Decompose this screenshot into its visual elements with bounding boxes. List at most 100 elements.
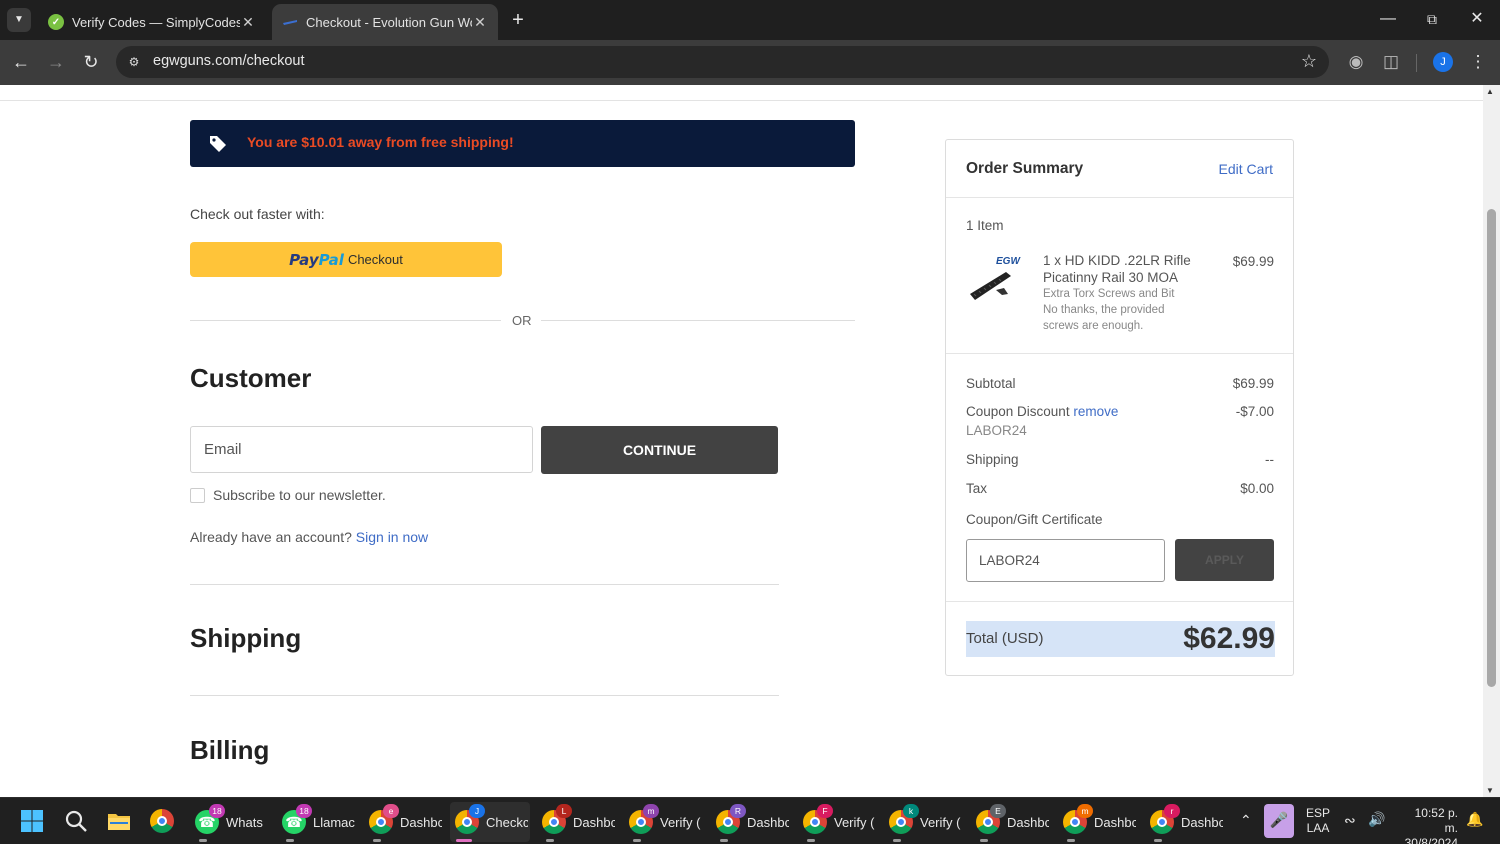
volume-icon[interactable]: 🔊	[1368, 811, 1385, 828]
item-count: 1 Item	[966, 218, 1004, 233]
tab-checkout[interactable]: Checkout - Evolution Gun Works ✕	[272, 4, 498, 40]
app-badge: m	[1077, 804, 1093, 818]
tray-chevron-icon[interactable]: ⌃	[1240, 812, 1252, 829]
chrome-pinned-icon[interactable]	[150, 809, 174, 833]
taskbar-app-button[interactable]: J Checkc	[450, 802, 530, 842]
sign-in-link[interactable]: Sign in now	[356, 529, 428, 545]
chrome-icon: E	[976, 804, 1006, 834]
taskbar-app-button[interactable]: ☎ 18 Whats	[190, 802, 270, 842]
newsletter-option[interactable]: Subscribe to our newsletter.	[190, 487, 386, 503]
taskbar-app-button[interactable]: r Dashbc	[1145, 802, 1225, 842]
chrome-icon: L	[542, 804, 572, 834]
total-label: Total (USD)	[966, 630, 1044, 647]
windows-taskbar: ☎ 18 Whats ☎ 18 Llamac e Dashbc J Checkc L Dashbc m V…	[0, 797, 1500, 844]
search-icon[interactable]	[64, 809, 88, 833]
bookmark-star-icon[interactable]: ☆	[1301, 51, 1317, 72]
already-account-label: Already have an account?	[190, 529, 352, 545]
product-option: No thanks, the provided screws are enoug…	[1043, 304, 1165, 332]
section-divider	[190, 695, 779, 696]
email-field[interactable]	[190, 426, 533, 473]
browser-tab-bar: ▼ ✓ Verify Codes — SimplyCodes ✕ Checkou…	[0, 0, 1500, 40]
tab-search-icon[interactable]: ▼	[7, 8, 31, 32]
shipping-label: Shipping	[966, 452, 1019, 467]
browser-toolbar: ← → ↻ ⚙ egwguns.com/checkout ☆ ◉ ◫ J ⋮	[0, 40, 1500, 85]
app-badge: r	[1164, 804, 1180, 818]
tax-label: Tax	[966, 481, 988, 496]
scroll-up-icon[interactable]: ▲	[1486, 87, 1494, 96]
windows-start-icon[interactable]	[20, 809, 44, 833]
header-divider	[0, 100, 1483, 101]
remove-coupon-link[interactable]: remove	[1073, 404, 1118, 419]
puzzle-extensions-icon[interactable]: ◫	[1380, 51, 1402, 73]
taskbar-app-button[interactable]: m Verify (	[624, 802, 704, 842]
taskbar-app-label: Llamac	[313, 814, 355, 830]
taskbar-app-label: Dashbc	[1094, 814, 1136, 830]
subtotal-label: Subtotal	[966, 376, 1016, 391]
taskbar-app-button[interactable]: E Dashbc	[971, 802, 1051, 842]
tab-close-icon[interactable]: ✕	[240, 14, 256, 31]
taskbar-app-button[interactable]: L Dashbc	[537, 802, 617, 842]
free-shipping-banner: You are $10.01 away from free shipping!	[190, 120, 855, 167]
apply-coupon-button[interactable]: APPLY	[1175, 539, 1274, 581]
clock-date: 30/8/2024	[1404, 836, 1458, 844]
paypal-checkout-button[interactable]: PayPal Checkout	[190, 242, 502, 277]
back-icon[interactable]: ←	[10, 51, 32, 73]
app-badge: F	[817, 804, 833, 818]
coupon-code-input[interactable]	[966, 539, 1165, 582]
reload-icon[interactable]: ↻	[80, 51, 102, 73]
taskbar-app-label: Dashbc	[1007, 814, 1049, 830]
microphone-icon[interactable]: 🎤	[1264, 804, 1294, 838]
window-close-icon[interactable]: ✕	[1455, 0, 1499, 40]
chrome-icon: k	[889, 804, 919, 834]
taskbar-app-button[interactable]: e Dashbc	[364, 802, 444, 842]
edit-cart-link[interactable]: Edit Cart	[1219, 161, 1273, 177]
forward-icon[interactable]: →	[45, 51, 67, 73]
total-value: $62.99	[1183, 622, 1275, 655]
section-divider	[190, 584, 779, 585]
toolbar-separator	[1416, 54, 1417, 72]
scroll-thumb[interactable]	[1487, 209, 1496, 687]
product-price: $69.99	[1232, 254, 1274, 269]
newsletter-checkbox[interactable]	[190, 487, 205, 503]
running-indicator	[1154, 839, 1162, 842]
address-bar[interactable]: ⚙ egwguns.com/checkout ☆	[116, 46, 1329, 78]
file-explorer-icon[interactable]	[107, 809, 131, 833]
shipping-value: --	[1265, 452, 1274, 467]
app-badge: m	[643, 804, 659, 818]
app-badge: k	[903, 804, 919, 818]
continue-button[interactable]: CONTINUE	[541, 426, 778, 474]
running-indicator	[807, 839, 815, 842]
site-info-icon[interactable]: ⚙	[126, 54, 142, 70]
page-scrollbar[interactable]: ▲ ▼	[1483, 85, 1500, 797]
chrome-icon: m	[629, 804, 659, 834]
tab-close-icon[interactable]: ✕	[472, 14, 488, 31]
chrome-icon: R	[716, 804, 746, 834]
wifi-icon[interactable]: ∾	[1344, 812, 1356, 829]
taskbar-app-button[interactable]: R Dashbc	[711, 802, 791, 842]
url-text[interactable]: egwguns.com/checkout	[153, 53, 305, 69]
scroll-down-icon[interactable]: ▼	[1486, 786, 1494, 795]
notification-bell-icon[interactable]: 🔔	[1466, 811, 1483, 828]
customer-heading: Customer	[190, 363, 312, 393]
taskbar-app-button[interactable]: F Verify (	[798, 802, 878, 842]
menu-kebab-icon[interactable]: ⋮	[1467, 51, 1489, 73]
chrome-icon: e	[369, 804, 399, 834]
tab-simplycodes[interactable]: ✓ Verify Codes — SimplyCodes ✕	[38, 4, 266, 40]
taskbar-app-button[interactable]: ☎ 18 Llamac	[277, 802, 357, 842]
input-language[interactable]: ESP LAA	[1306, 806, 1330, 836]
clock[interactable]: 10:52 p. m. 30/8/2024	[1398, 806, 1458, 844]
app-badge: 18	[296, 804, 312, 818]
restore-icon[interactable]: ⧉	[1410, 0, 1454, 40]
applied-coupon-code: LABOR24	[966, 423, 1027, 438]
app-badge: 18	[209, 804, 225, 818]
minimize-icon[interactable]: —	[1366, 0, 1410, 40]
profile-avatar[interactable]: J	[1433, 52, 1453, 72]
paypal-logo: PayPal	[289, 251, 344, 269]
new-tab-button[interactable]: +	[508, 8, 528, 32]
whatsapp-icon: ☎ 18	[282, 804, 312, 834]
running-indicator	[720, 839, 728, 842]
extension-icon[interactable]: ◉	[1345, 51, 1367, 73]
taskbar-app-button[interactable]: m Dashbc	[1058, 802, 1138, 842]
product-name: 1 x HD KIDD .22LR Rifle Picatinny Rail 3…	[1043, 253, 1191, 285]
taskbar-app-button[interactable]: k Verify (	[884, 802, 964, 842]
